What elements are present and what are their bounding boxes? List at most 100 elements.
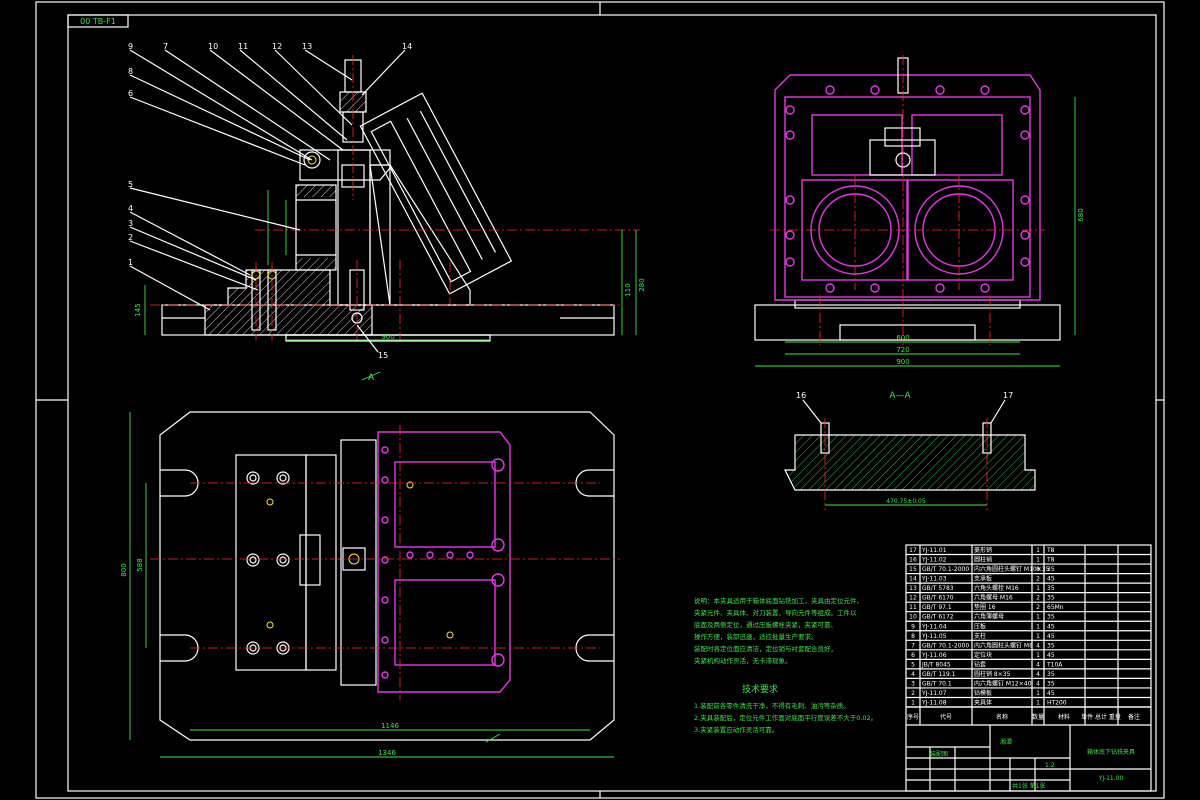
parts-cell-qty: 2 xyxy=(1036,604,1040,611)
parts-cell-name: 钻模板 xyxy=(974,689,992,697)
parts-cell-no: 2 xyxy=(911,690,915,697)
balloon-11: 11 xyxy=(238,42,248,51)
parts-cell-code: GB/T 70.1-2000 xyxy=(922,642,969,649)
hdr-code: 代号 xyxy=(940,713,952,721)
parts-cell-no: 5 xyxy=(911,661,915,668)
parts-cell-qty: 1 xyxy=(1036,652,1040,659)
parts-cell-qty: 4 xyxy=(1036,680,1040,687)
parts-cell-qty: 2 xyxy=(1036,595,1040,602)
dim-front-h-small: 145 xyxy=(134,303,142,316)
parts-cell-name: 垫圈 16 xyxy=(974,603,996,611)
parts-cell-code: GB/T 119.1 xyxy=(922,671,956,678)
parts-cell-no: 17 xyxy=(909,547,917,554)
parts-cell-code: YJ-11.01 xyxy=(921,547,947,554)
parts-cell-qty: 1 xyxy=(1036,547,1040,554)
balloon-13: 13 xyxy=(302,42,312,51)
balloon-9: 9 xyxy=(128,42,133,51)
balloon-14: 14 xyxy=(402,42,412,51)
parts-cell-mat: 35 xyxy=(1047,614,1055,621)
base-plan-outline xyxy=(159,411,615,741)
dim-front-width: 900 xyxy=(381,333,394,341)
parts-cell-name: 内六角圆柱头螺钉 M8 xyxy=(974,641,1033,649)
parts-cell-no: 12 xyxy=(909,595,917,602)
parts-cell-qty: 1 xyxy=(1036,623,1040,630)
parts-cell-code: YJ-11.08 xyxy=(921,700,947,707)
balloon-7: 7 xyxy=(163,42,168,51)
parts-cell-code: GB/T 97.1 xyxy=(922,604,952,611)
dim-plan-inner: 1146 xyxy=(381,722,399,730)
balloon-2: 2 xyxy=(128,233,133,242)
parts-cell-name: 支柱 xyxy=(974,632,986,640)
dim-side-total: 900 xyxy=(896,358,909,366)
parts-cell-qty: 4 xyxy=(1036,671,1040,678)
tech-text-1: 夹紧元件、夹具体、对刀装置、导向元件等组成。工件以 xyxy=(694,608,857,617)
dim-side-height: 680 xyxy=(1077,208,1085,221)
parts-cell-no: 11 xyxy=(909,604,917,611)
tech-req-title: 技术要求 xyxy=(742,683,778,695)
plan-view: 1146 1346 800 588 xyxy=(120,411,620,758)
parts-cell-no: 14 xyxy=(909,576,917,583)
parts-cell-no: 9 xyxy=(911,623,915,630)
parts-cell-qty: 1 xyxy=(1036,633,1040,640)
parts-cell-mat: T10A xyxy=(1046,661,1063,668)
drawing-number: YJ-11.00 xyxy=(1098,775,1124,782)
parts-cell-mat: 65Mn xyxy=(1047,604,1064,611)
parts-cell-name: 支承板 xyxy=(974,575,992,583)
balloon-16b: 16 xyxy=(796,391,806,400)
parts-cell-code: YJ-11.05 xyxy=(921,633,947,640)
hdr-no: 序号 xyxy=(907,713,919,721)
parts-cell-code: GB/T 70.1 xyxy=(922,680,952,687)
parts-cell-qty: 8 xyxy=(1036,566,1040,573)
parts-cell-no: 13 xyxy=(909,585,917,592)
parts-cell-no: 1 xyxy=(911,700,915,707)
parts-cell-qty: 1 xyxy=(1036,614,1040,621)
parts-list: 17 YJ-11.01 菱形销 1 T816 YJ-11.02 圆柱销 1 T815 GB/T 7… xyxy=(905,544,1152,792)
tech-text-3: 操作方便，装卸迅速，适应批量生产要求。 xyxy=(694,632,818,641)
parts-cell-code: YJ-11.07 xyxy=(921,690,947,697)
parts-cell-code: YJ-11.03 xyxy=(921,576,947,583)
parts-cell-name: 内六角螺钉 M12×40 xyxy=(974,679,1032,687)
tech-text-0: 说明：本夹具适用于箱体底面钻铣加工，夹具由定位元件、 xyxy=(694,596,863,605)
tb-sheet: 共1张 第1张 xyxy=(1012,782,1046,790)
parts-cell-name: 菱形销 xyxy=(974,546,992,554)
parts-cell-name: 定位块 xyxy=(974,651,992,659)
parts-cell-mat: 45 xyxy=(1047,576,1055,583)
parts-cell-no: 10 xyxy=(909,614,917,621)
balloon-3: 3 xyxy=(128,219,133,228)
parts-cell-name: 六角薄螺母 xyxy=(974,613,1004,621)
hdr-mat: 材料 xyxy=(1058,713,1070,721)
balloon-17: 17 xyxy=(1003,391,1013,400)
cad-drawing: 00 TB-F1 900 110 280 145 9 8 10 11 12 13… xyxy=(35,1,1165,799)
dim-front-height-a: 110 xyxy=(624,283,632,296)
parts-cell-no: 6 xyxy=(911,652,915,659)
balloon-6: 6 xyxy=(128,89,133,98)
parts-cell-name: 钻套 xyxy=(974,660,986,668)
drawing-title: 箱体底下钻铣夹具 xyxy=(1087,748,1135,756)
dim-front-height-b: 280 xyxy=(638,278,646,291)
tb-company: 湘潭 xyxy=(1000,738,1012,746)
parts-cell-qty: 1 xyxy=(1036,690,1040,697)
balloon-10: 10 xyxy=(208,42,218,51)
parts-cell-name: 圆柱销 8×35 xyxy=(974,670,1011,678)
parts-cell-name: 圆柱销 xyxy=(974,556,992,564)
tech-notes: 说明：本夹具适用于箱体底面钻铣加工，夹具由定位元件、 夹紧元件、夹具体、对刀装置… xyxy=(694,596,877,734)
parts-cell-no: 4 xyxy=(911,671,915,678)
parts-cell-code: GB/T 6170 xyxy=(922,595,954,602)
parts-cell-mat: 35 xyxy=(1047,595,1055,602)
dim-side-mid: 720 xyxy=(896,346,909,354)
section-label: A—A xyxy=(889,391,911,401)
balloon-8: 8 xyxy=(128,67,133,76)
dim-plan-height: 800 xyxy=(120,563,128,576)
balloon-1: 1 xyxy=(128,258,133,267)
parts-cell-name: 六角头螺栓 M16 xyxy=(974,584,1019,592)
section-aa: A—A 16 17 470.75±0.05 xyxy=(784,391,1036,510)
parts-cell-code: YJ-11.02 xyxy=(921,557,947,564)
tb-assembly: 装配图 xyxy=(930,750,948,758)
tech-req-2: 3.夹紧装置应动作灵活可靠。 xyxy=(694,725,778,734)
parts-cell-mat: 45 xyxy=(1047,633,1055,640)
parts-cell-mat: 35 xyxy=(1047,671,1055,678)
dim-section-len: 470.75±0.05 xyxy=(886,498,926,505)
parts-cell-mat: 45 xyxy=(1047,652,1055,659)
parts-cell-name: 压板 xyxy=(974,622,986,630)
parts-cell-mat: T8 xyxy=(1046,557,1055,564)
